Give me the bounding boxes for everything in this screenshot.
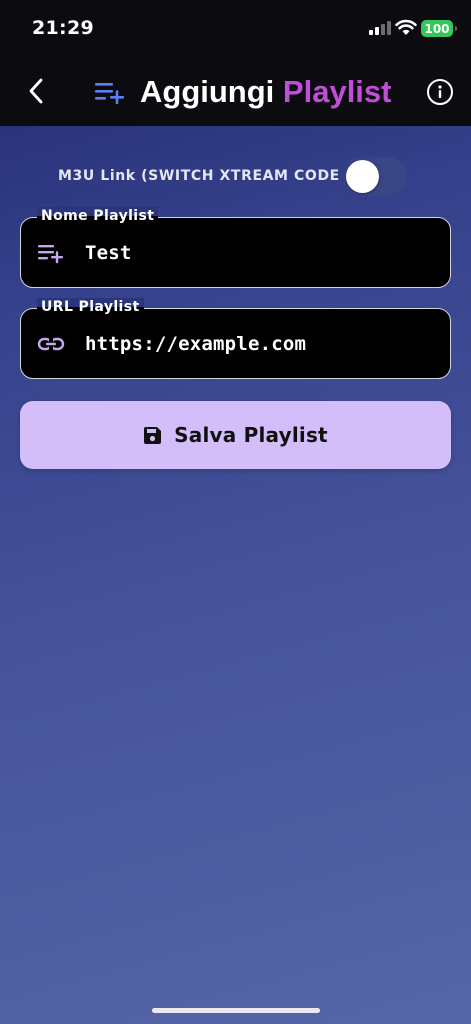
mode-switch-label: M3U Link (SWITCH XTREAM CODE xyxy=(58,168,340,184)
mode-switch-toggle[interactable] xyxy=(343,157,407,196)
cellular-signal-icon xyxy=(369,21,391,35)
playlist-url-field[interactable]: URL Playlist https://example.com xyxy=(20,298,451,379)
battery-indicator: 100 xyxy=(421,20,457,37)
home-indicator[interactable] xyxy=(152,1008,320,1013)
top-bar: 21:29 100 Aggiungi Playlist xyxy=(0,0,471,126)
playlist-add-icon xyxy=(38,245,63,264)
playlist-name-input[interactable]: Test xyxy=(85,240,132,266)
page-title-word-2: Playlist xyxy=(282,74,392,109)
battery-level: 100 xyxy=(424,21,450,36)
save-playlist-button[interactable]: Salva Playlist xyxy=(20,401,451,469)
playlist-add-icon xyxy=(95,83,124,104)
playlist-name-field[interactable]: Nome Playlist Test xyxy=(20,207,451,288)
playlist-url-label: URL Playlist xyxy=(37,298,144,316)
status-time: 21:29 xyxy=(32,17,94,39)
switch-knob xyxy=(346,160,379,193)
playlist-name-label: Nome Playlist xyxy=(37,207,159,225)
page-title: Aggiungi Playlist xyxy=(140,72,391,112)
wifi-icon xyxy=(395,19,417,35)
back-button[interactable] xyxy=(22,76,50,106)
save-playlist-label: Salva Playlist xyxy=(174,423,328,447)
page-title-word-1: Aggiungi xyxy=(140,74,275,109)
playlist-url-input[interactable]: https://example.com xyxy=(85,331,306,357)
chevron-left-icon xyxy=(29,78,43,104)
link-icon xyxy=(37,337,65,351)
info-icon xyxy=(438,85,442,98)
save-icon xyxy=(144,426,162,444)
info-button[interactable] xyxy=(427,79,453,105)
